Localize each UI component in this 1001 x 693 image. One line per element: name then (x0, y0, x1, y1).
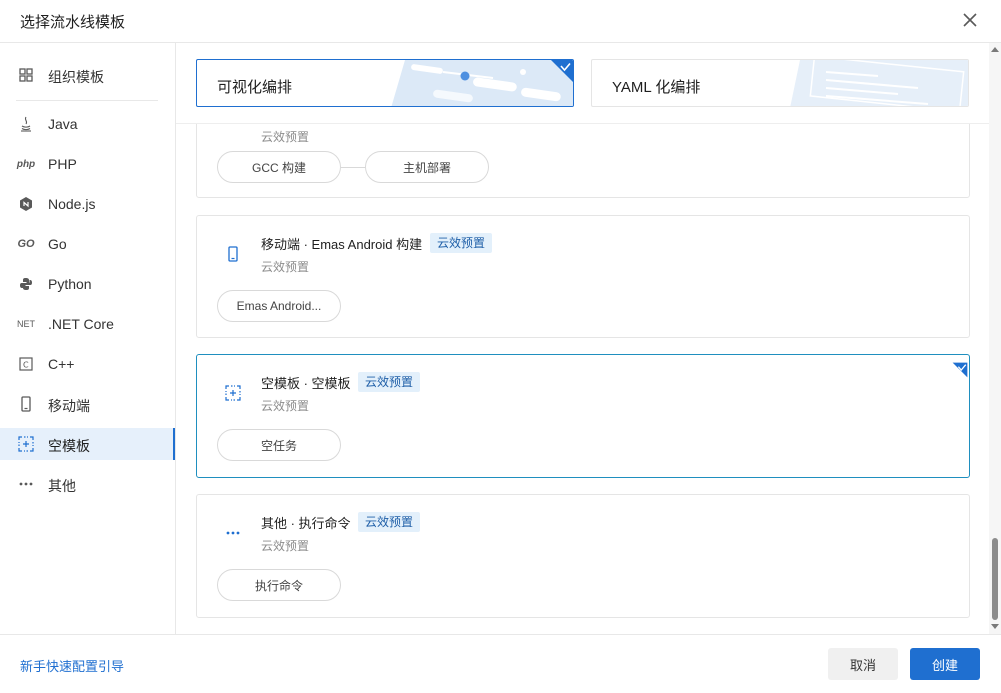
mode-label: 可视化编排 (217, 79, 293, 96)
template-card-empty[interactable]: 空模板 · 空模板 云效预置 云效预置 空任务 (196, 354, 970, 478)
pipeline-illustration-icon (391, 60, 573, 106)
dialog-title: 选择流水线模板 (20, 14, 126, 31)
nodejs-icon (17, 196, 35, 212)
preset-badge: 云效预置 (430, 233, 493, 253)
more-icon (17, 476, 35, 492)
orchestration-mode-selector: 可视化编排 YAML 化编排 (176, 43, 989, 124)
card-title: 移动端 · Emas Android 构建 (261, 237, 423, 252)
template-list-panel: 可视化编排 YAML 化编排 云效预置 GCC 构建 主机部署 移动端 · Em… (176, 43, 989, 634)
scrollbar-thumb[interactable] (992, 538, 998, 620)
card-subtitle: 云效预置 (261, 260, 310, 274)
category-sidebar: 组织模板 Java php PHP Node.js GO Go Python N… (0, 43, 176, 634)
quick-setup-guide-link[interactable]: 新手快速配置引导 (20, 656, 124, 675)
sidebar-item-empty-template[interactable]: 空模板 (0, 428, 175, 460)
job-chip: 空任务 (217, 429, 341, 461)
card-title: 其他 · 执行命令 (261, 516, 351, 531)
job-connector (341, 167, 365, 168)
dialog-header: 选择流水线模板 (0, 0, 1001, 43)
card-subtitle: 云效预置 (261, 130, 310, 144)
sidebar-item-dotnet[interactable]: NET .NET Core (0, 308, 175, 340)
template-card-other-execute-command[interactable]: 其他 · 执行命令 云效预置 云效预置 执行命令 (196, 494, 970, 618)
card-title: 空模板 · 空模板 (261, 376, 351, 391)
java-icon (17, 116, 35, 132)
sidebar-item-label: Java (48, 116, 78, 132)
job-chip: 主机部署 (365, 151, 489, 183)
sidebar-item-label: 空模板 (48, 438, 90, 454)
sidebar-item-label: PHP (48, 156, 77, 172)
job-chip: Emas Android... (217, 290, 341, 322)
cpp-icon: C (17, 356, 35, 372)
grid-icon (17, 67, 35, 83)
sidebar-item-cpp[interactable]: C C++ (0, 348, 175, 380)
sidebar-item-label: C++ (48, 356, 75, 372)
preset-badge: 云效预置 (358, 372, 421, 392)
sidebar-item-php[interactable]: php PHP (0, 148, 175, 180)
close-icon[interactable] (959, 9, 981, 31)
sidebar-item-other[interactable]: 其他 (0, 468, 175, 500)
mode-label: YAML 化编排 (612, 79, 701, 96)
empty-template-icon (17, 436, 35, 452)
selected-check-icon (952, 362, 968, 378)
sidebar-divider (16, 100, 158, 101)
python-icon (17, 276, 35, 292)
sidebar-item-label: 其他 (48, 478, 76, 494)
template-cards-scroll[interactable]: 云效预置 GCC 构建 主机部署 移动端 · Emas Android 构建 云… (176, 94, 989, 634)
yaml-illustration-icon (790, 60, 968, 106)
sidebar-item-nodejs[interactable]: Node.js (0, 188, 175, 220)
job-chip: GCC 构建 (217, 151, 341, 183)
scroll-up-arrow-icon[interactable] (991, 46, 999, 52)
sidebar-item-org-templates[interactable]: 组织模板 (0, 59, 175, 91)
sidebar-item-mobile[interactable]: 移动端 (0, 388, 175, 420)
sidebar-item-python[interactable]: Python (0, 268, 175, 300)
dotnet-icon: NET (17, 319, 35, 329)
template-card-mobile-emas-android[interactable]: 移动端 · Emas Android 构建 云效预置 云效预置 Emas And… (196, 215, 970, 338)
empty-template-icon (223, 383, 243, 403)
sidebar-item-java[interactable]: Java (0, 108, 175, 140)
card-subtitle: 云效预置 (261, 399, 310, 413)
sidebar-item-label: .NET Core (48, 316, 114, 332)
svg-text:C: C (23, 361, 29, 370)
go-icon: GO (17, 238, 35, 250)
sidebar-item-label: 移动端 (48, 398, 90, 414)
cancel-button[interactable]: 取消 (828, 648, 898, 680)
sidebar-item-label: Python (48, 276, 92, 292)
mobile-icon (223, 244, 243, 264)
mobile-icon (17, 396, 35, 412)
more-icon (223, 523, 243, 543)
card-subtitle: 云效预置 (261, 539, 310, 553)
php-icon: php (16, 158, 36, 170)
select-pipeline-template-dialog: 选择流水线模板 组织模板 Java php PHP Node.js GO Go … (0, 0, 1001, 693)
mode-visual-orchestration[interactable]: 可视化编排 (196, 59, 574, 107)
sidebar-item-label: Node.js (48, 196, 96, 212)
create-button[interactable]: 创建 (910, 648, 980, 680)
mode-yaml-orchestration[interactable]: YAML 化编排 (591, 59, 969, 107)
sidebar-item-label: Go (48, 236, 67, 252)
preset-badge: 云效预置 (358, 512, 421, 532)
selected-check-icon (551, 60, 573, 82)
dialog-footer: 新手快速配置引导 取消 创建 (0, 634, 1001, 693)
job-chip: 执行命令 (217, 569, 341, 601)
sidebar-item-label: 组织模板 (48, 69, 104, 85)
sidebar-item-go[interactable]: GO Go (0, 228, 175, 260)
scroll-down-arrow-icon[interactable] (991, 624, 999, 630)
